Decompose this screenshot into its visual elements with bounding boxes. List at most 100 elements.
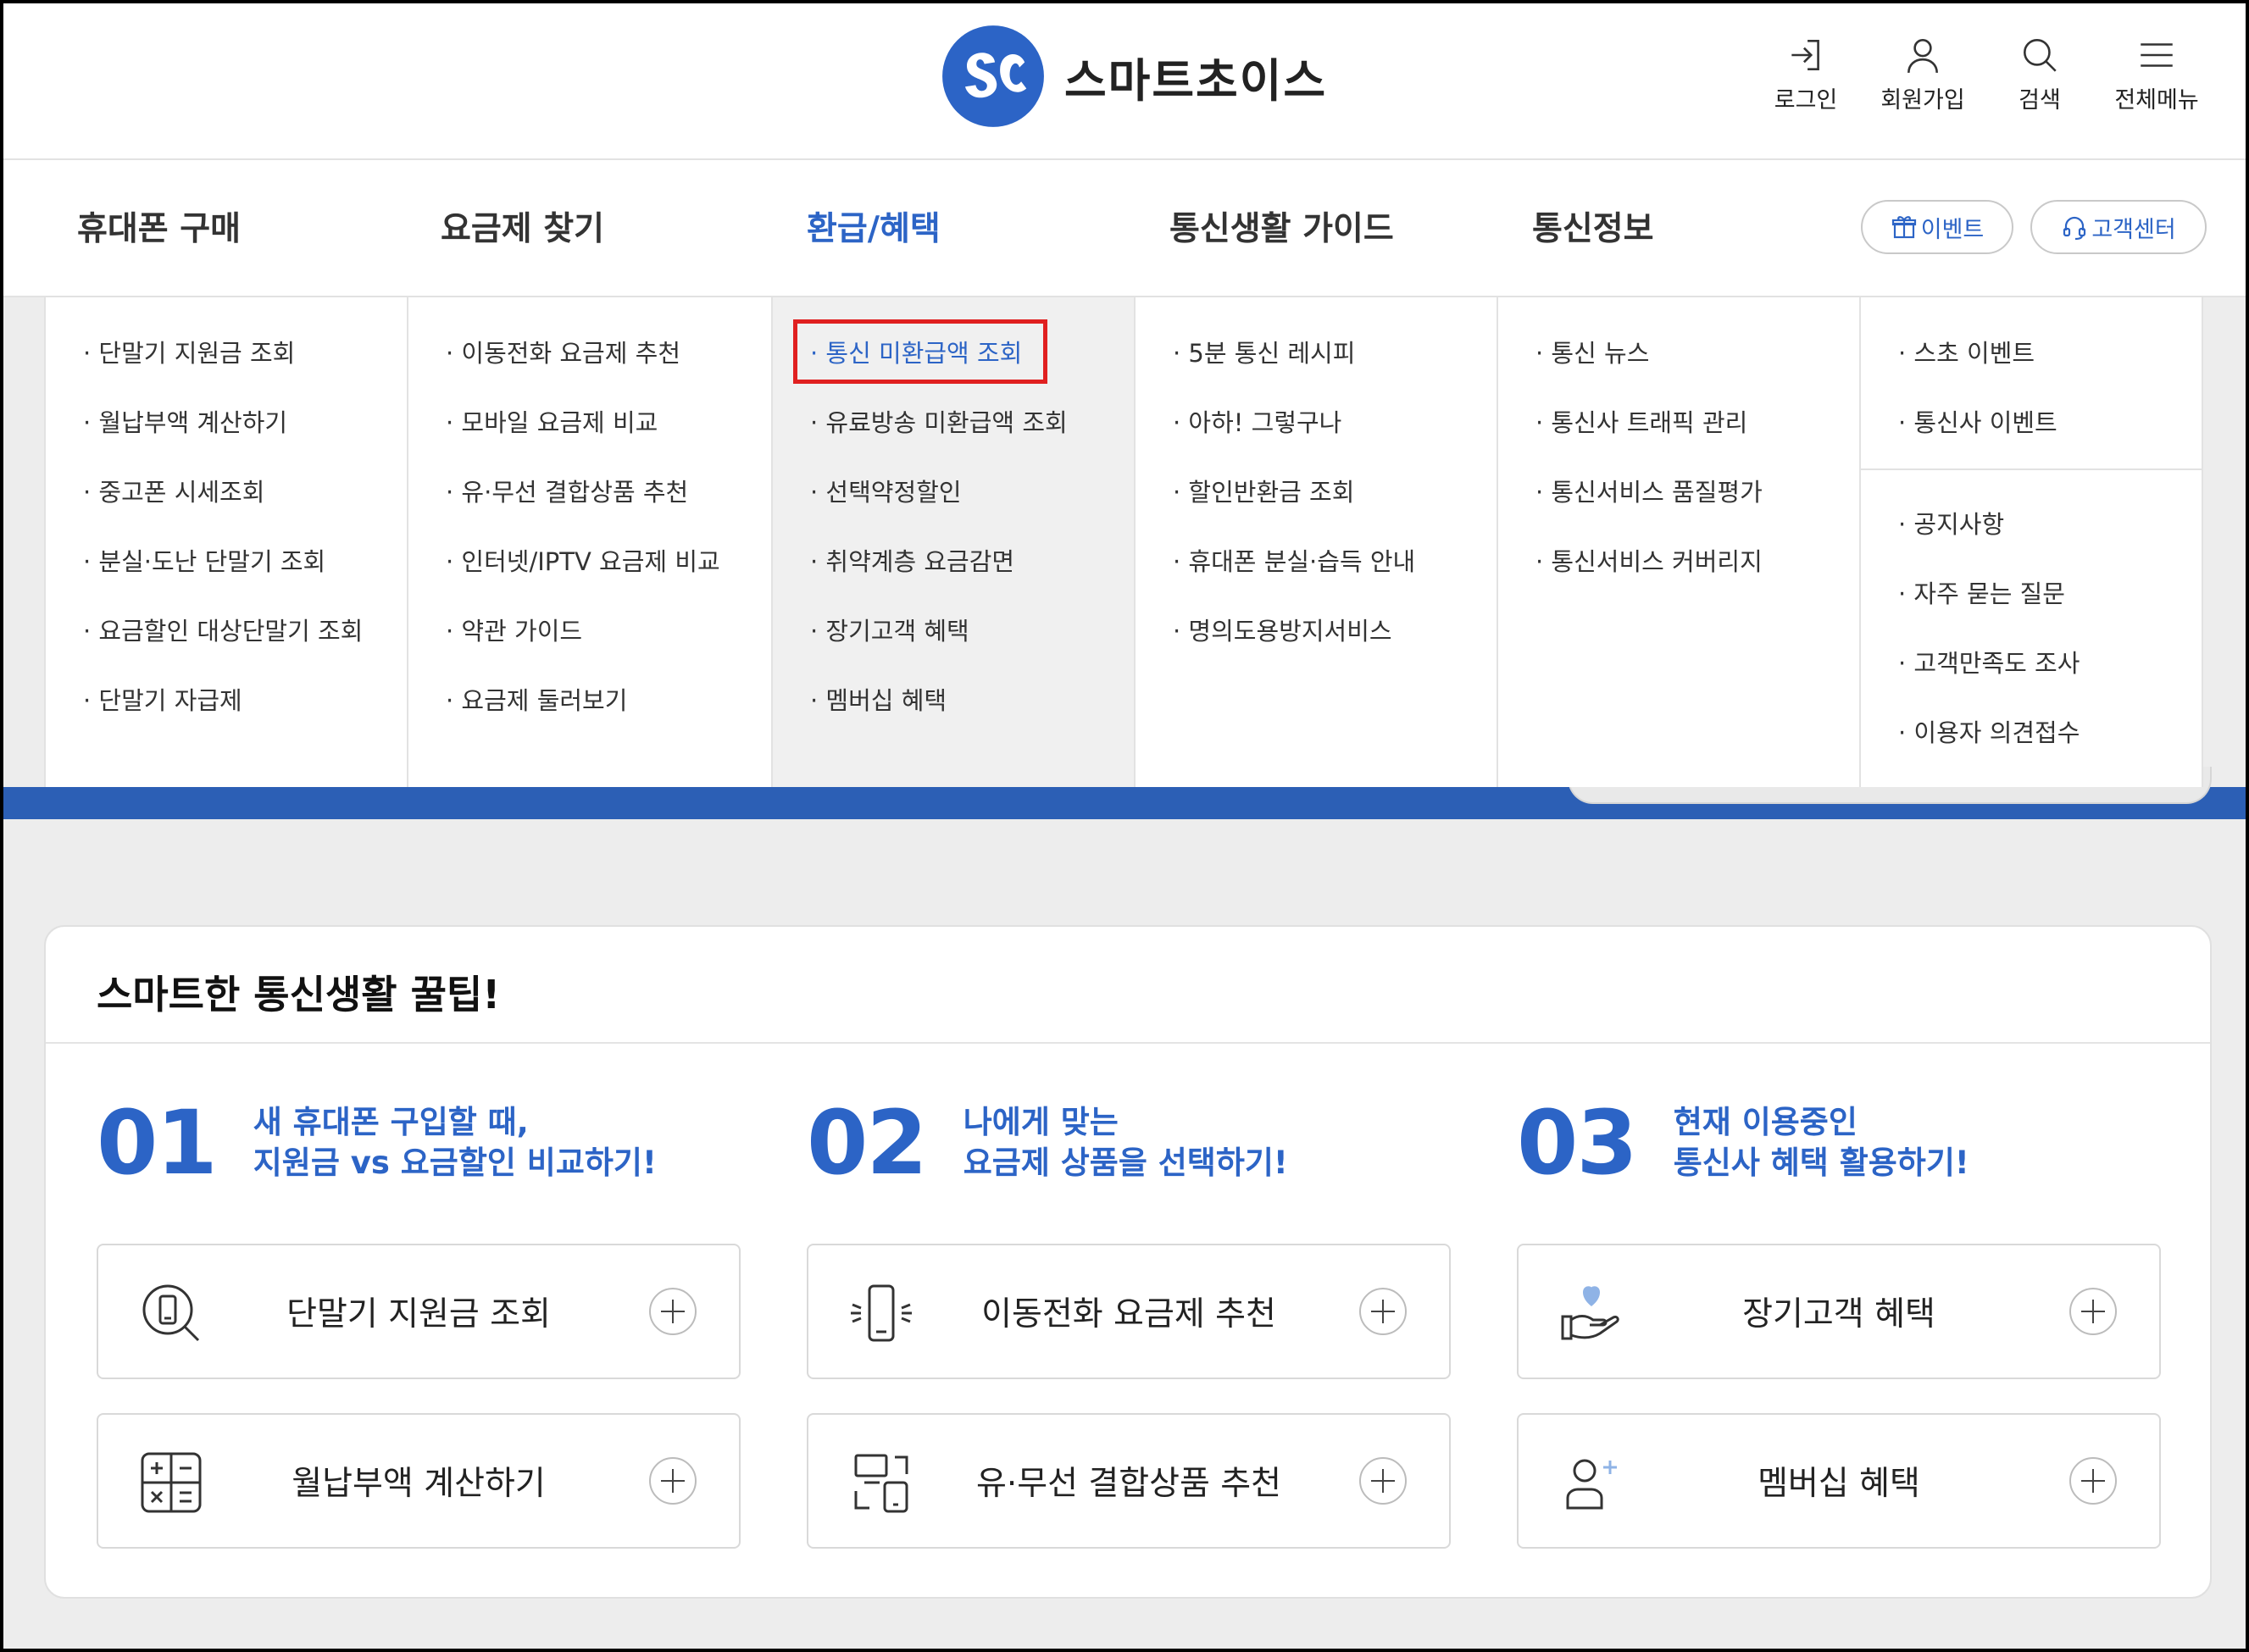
- plus-icon[interactable]: [2069, 1457, 2117, 1505]
- tile-monthly-payment[interactable]: 월납부액 계산하기: [97, 1413, 741, 1549]
- menu-item-internet-iptv-compare[interactable]: · 인터넷/IPTV 요금제 비교: [446, 550, 771, 619]
- support-button[interactable]: 고객센터: [2030, 200, 2207, 254]
- menu-item-quality-evaluation[interactable]: · 통신서비스 품질평가: [1535, 480, 1859, 550]
- nav-refund-benefits[interactable]: 환급/혜택: [807, 202, 941, 250]
- menu-item-telecom-news[interactable]: · 통신 뉴스: [1535, 341, 1859, 411]
- menu-item-aha[interactable]: · 아하! 그렇구나: [1173, 411, 1497, 480]
- utility-menu: 로그인 회원가입 검색 전체메뉴: [1747, 34, 2215, 114]
- menu-column-refund-benefits: · 통신 미환급액 조회 · 유료방송 미환급액 조회 · 선택약정할인 · 취…: [773, 297, 1136, 787]
- menu-item-mobile-plan-compare[interactable]: · 모바일 요금제 비교: [446, 411, 771, 480]
- menu-item-lost-found-guide[interactable]: · 휴대폰 분실·습득 안내: [1173, 550, 1497, 619]
- menu-item-user-feedback[interactable]: · 이용자 의견접수: [1898, 721, 2202, 790]
- support-label: 고객센터: [2091, 216, 2176, 243]
- tips-section-02: 02 나에게 맞는 요금제 상품을 선택하기! 이동전화 요금제 추천 유·무선…: [807, 1096, 1451, 1549]
- tile-label: 이동전화 요금제 추천: [981, 1295, 1276, 1333]
- search-button[interactable]: 검색: [1981, 34, 2098, 114]
- main-nav: 휴대폰 구매 요금제 찾기 환급/혜택 통신생활 가이드 통신정보 이벤트 고객…: [3, 160, 2246, 297]
- tips-title: 스마트한 통신생활 꿀팁!: [97, 972, 501, 1017]
- menu-item-unrefunded-telecom[interactable]: · 통신 미환급액 조회: [810, 341, 1134, 411]
- menu-item-faq[interactable]: · 자주 묻는 질문: [1898, 582, 2202, 651]
- site-header: 스마트초이스 로그인 회원가입 검색 전체메뉴: [3, 3, 2246, 160]
- login-label: 로그인: [1774, 87, 1838, 114]
- menu-item-browse-plans[interactable]: · 요금제 둘러보기: [446, 689, 771, 758]
- tips-section-03: 03 현재 이용중인 통신사 혜택 활용하기! 장기고객 혜택 멤버십 혜택: [1517, 1096, 2161, 1549]
- tile-bundle-recommend[interactable]: 유·무선 결합상품 추천: [807, 1413, 1451, 1549]
- logo-mark-icon: [942, 25, 1044, 127]
- tile-long-term-benefit[interactable]: 장기고객 혜택: [1517, 1244, 2161, 1379]
- section-heading: 현재 이용중인 통신사 혜택 활용하기!: [1674, 1102, 1969, 1184]
- menu-item-bundle-recommend[interactable]: · 유·무선 결합상품 추천: [446, 480, 771, 550]
- menu-item-vulnerable-discount[interactable]: · 취약계층 요금감면: [810, 550, 1134, 619]
- tile-membership-benefit[interactable]: 멤버십 혜택: [1517, 1413, 2161, 1549]
- section-header: 03 현재 이용중인 통신사 혜택 활용하기!: [1517, 1096, 2161, 1189]
- menu-icon: [2141, 43, 2173, 67]
- menu-item-discount-return[interactable]: · 할인반환금 조회: [1173, 480, 1497, 550]
- nav-phone-purchase[interactable]: 휴대폰 구매: [77, 202, 241, 250]
- heart-hand-icon: [1561, 1286, 1619, 1340]
- all-menu-button[interactable]: 전체메뉴: [2098, 34, 2215, 114]
- tile-label: 멤버십 혜택: [1758, 1465, 1920, 1503]
- section-heading-line2: 요금제 상품을 선택하기!: [963, 1145, 1288, 1181]
- menu-item-subsidy-lookup[interactable]: · 단말기 지원금 조회: [83, 341, 407, 411]
- menu-column-plan-finder: · 이동전화 요금제 추천 · 모바일 요금제 비교 · 유·무선 결합상품 추…: [408, 297, 773, 787]
- menu-column-telecom-guide: · 5분 통신 레시피 · 아하! 그렇구나 · 할인반환금 조회 · 휴대폰 …: [1136, 297, 1498, 787]
- plus-icon[interactable]: [649, 1288, 697, 1335]
- devices-icon: [854, 1454, 908, 1513]
- menu-item-used-phone-price[interactable]: · 중고폰 시세조회: [83, 480, 407, 550]
- menu-item-5min-recipe[interactable]: · 5분 통신 레시피: [1173, 341, 1497, 411]
- menu-item-discount-eligible[interactable]: · 요금할인 대상단말기 조회: [83, 619, 407, 689]
- section-heading: 새 휴대폰 구입할 때, 지원금 vs 요금할인 비교하기!: [253, 1102, 657, 1184]
- section-heading-line1: 나에게 맞는: [963, 1104, 1119, 1140]
- menu-item-coverage[interactable]: · 통신서비스 커버리지: [1535, 550, 1859, 619]
- section-number: 01: [97, 1091, 218, 1195]
- search-label: 검색: [2019, 87, 2061, 114]
- menu-item-satisfaction-survey[interactable]: · 고객만족도 조사: [1898, 651, 2202, 721]
- menu-item-unrefunded-paytv[interactable]: · 유료방송 미환급액 조회: [810, 411, 1134, 480]
- calculator-icon: [141, 1452, 202, 1513]
- menu-item-membership-benefit[interactable]: · 멤버십 혜택: [810, 689, 1134, 758]
- plus-icon[interactable]: [2069, 1288, 2117, 1335]
- add-user-icon: [1566, 1459, 1617, 1510]
- tile-subsidy-lookup[interactable]: 단말기 지원금 조회: [97, 1244, 741, 1379]
- nav-telecom-info[interactable]: 통신정보: [1532, 202, 1654, 250]
- section-heading-line1: 현재 이용중인: [1673, 1104, 1858, 1140]
- section-number: 03: [1517, 1091, 1638, 1195]
- search-icon: [2023, 38, 2057, 72]
- signup-button[interactable]: 회원가입: [1864, 34, 1981, 114]
- menu-item-notice[interactable]: · 공지사항: [1898, 513, 2202, 582]
- event-button[interactable]: 이벤트: [1861, 200, 2013, 254]
- menu-item-identity-theft-prevention[interactable]: · 명의도용방지서비스: [1173, 619, 1497, 689]
- tile-label: 단말기 지원금 조회: [286, 1295, 551, 1333]
- tips-section-01: 01 새 휴대폰 구입할 때, 지원금 vs 요금할인 비교하기! 단말기 지원…: [97, 1091, 741, 1549]
- tile-mobile-plan-recommend[interactable]: 이동전화 요금제 추천: [807, 1244, 1451, 1379]
- nav-telecom-guide[interactable]: 통신생활 가이드: [1169, 202, 1394, 250]
- all-menu-label: 전체메뉴: [2114, 87, 2199, 114]
- section-heading-line2: 지원금 vs 요금할인 비교하기!: [253, 1145, 657, 1181]
- tips-divider: [46, 1042, 2210, 1044]
- nav-plan-finder[interactable]: 요금제 찾기: [441, 202, 604, 250]
- menu-item-selective-contract[interactable]: · 선택약정할인: [810, 480, 1134, 550]
- tips-card: 스마트한 통신생활 꿀팁! 01 새 휴대폰 구입할 때, 지원금 vs 요금할…: [44, 925, 2212, 1599]
- menu-item-mobile-plan-recommend[interactable]: · 이동전화 요금제 추천: [446, 341, 771, 411]
- tile-label: 월납부액 계산하기: [292, 1465, 546, 1503]
- section-header: 02 나에게 맞는 요금제 상품을 선택하기!: [807, 1096, 1451, 1189]
- section-number: 02: [807, 1091, 928, 1195]
- section-heading-line1: 새 휴대폰 구입할 때,: [253, 1104, 529, 1140]
- plus-icon[interactable]: [649, 1457, 697, 1505]
- plus-icon[interactable]: [1359, 1457, 1407, 1505]
- login-button[interactable]: 로그인: [1747, 34, 1864, 114]
- event-label: 이벤트: [1920, 216, 1985, 243]
- menu-column-phone-purchase: · 단말기 지원금 조회 · 월납부액 계산하기 · 중고폰 시세조회 · 분실…: [44, 297, 408, 787]
- site-logo[interactable]: 스마트초이스: [941, 24, 1327, 129]
- menu-item-long-term-benefit[interactable]: · 장기고객 혜택: [810, 619, 1134, 689]
- menu-item-monthly-payment[interactable]: · 월납부액 계산하기: [83, 411, 407, 480]
- menu-item-terms-guide[interactable]: · 약관 가이드: [446, 619, 771, 689]
- phone-signal-icon: [851, 1284, 912, 1342]
- menu-item-sc-event[interactable]: · 스초 이벤트: [1898, 341, 2202, 411]
- menu-item-unlocked-device[interactable]: · 단말기 자급제: [83, 689, 407, 758]
- user-icon: [1907, 38, 1938, 73]
- menu-item-lost-stolen-lookup[interactable]: · 분실·도난 단말기 조회: [83, 550, 407, 619]
- plus-icon[interactable]: [1359, 1288, 1407, 1335]
- phone-search-icon: [142, 1284, 200, 1342]
- menu-item-traffic-management[interactable]: · 통신사 트래픽 관리: [1535, 411, 1859, 480]
